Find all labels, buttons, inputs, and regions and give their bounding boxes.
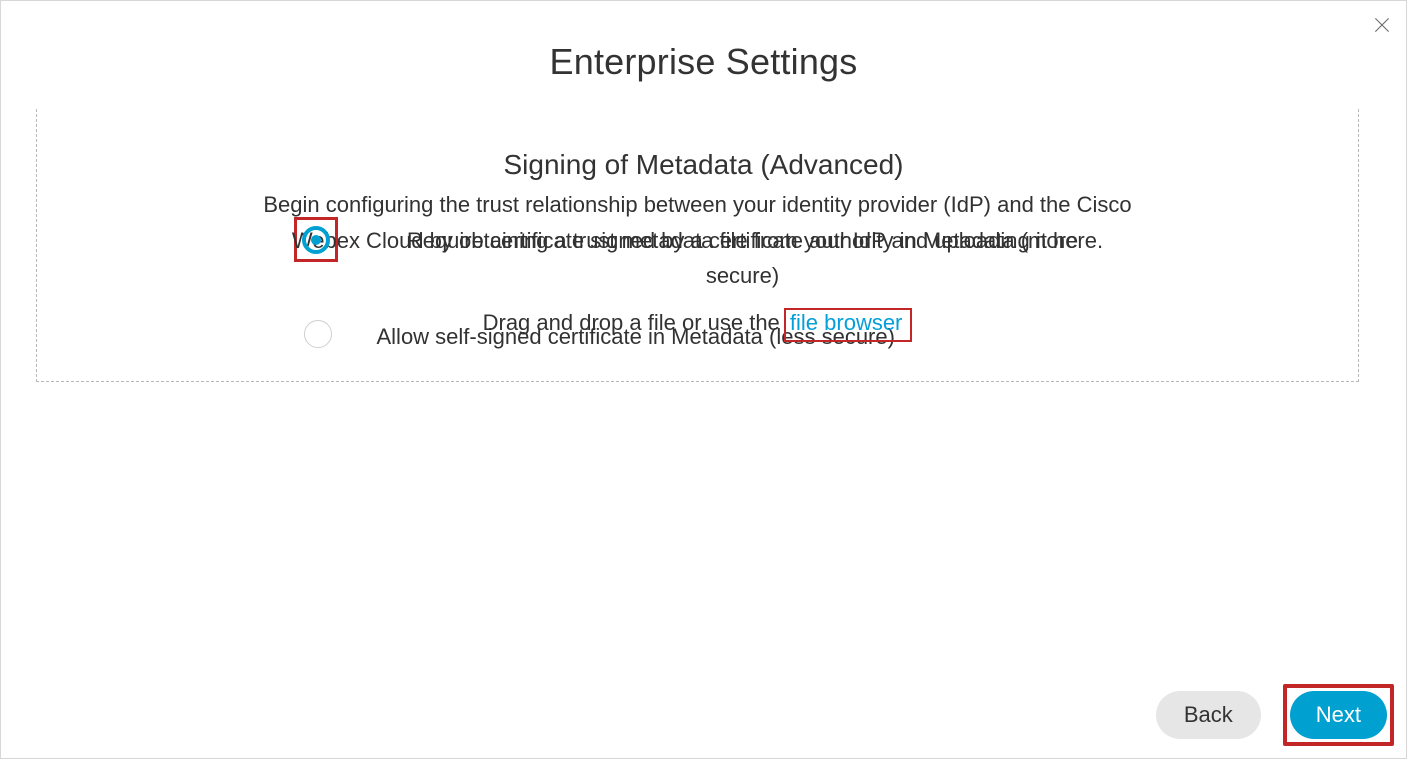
page-title: Enterprise Settings xyxy=(1,41,1406,83)
back-button[interactable]: Back xyxy=(1156,691,1261,739)
dropzone-action-text: Drag and drop a file or use the file bro… xyxy=(77,308,1318,342)
next-button[interactable]: Next xyxy=(1290,691,1387,739)
footer-buttons: Back Next xyxy=(1156,684,1394,746)
highlight-next-button: Next xyxy=(1283,684,1394,746)
close-icon[interactable] xyxy=(1372,15,1392,35)
metadata-dropzone[interactable]: Begin configuring the trust relationship… xyxy=(36,109,1359,382)
dropzone-action-prefix: Drag and drop a file or use the xyxy=(483,310,786,335)
dialog-container: Enterprise Settings Begin configuring th… xyxy=(0,0,1407,759)
highlight-file-browser: file browser xyxy=(784,308,912,342)
dropzone-intro-text: Begin configuring the trust relationship… xyxy=(248,187,1148,260)
file-browser-link[interactable]: file browser xyxy=(790,310,902,335)
radio-button-icon[interactable] xyxy=(302,226,330,254)
